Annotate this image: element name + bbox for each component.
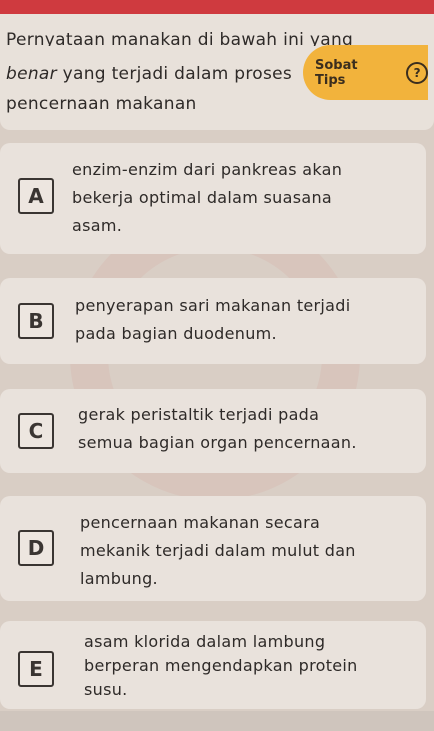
option-text: penyerapan sari makanan terjadi pada bag…: [75, 292, 350, 348]
option-letter: B: [18, 303, 54, 339]
option-c[interactable]: C gerak peristaltik terjadi pada semua b…: [0, 389, 426, 473]
question-circle-icon: ?: [406, 61, 428, 84]
question-line-2-rest: yang terjadi dalam proses: [56, 64, 293, 84]
option-text-line: susu.: [84, 680, 128, 699]
sobat-tips-label: Sobat Tips: [315, 57, 358, 88]
option-text-line: lambung.: [80, 569, 158, 588]
question-line-3: pencernaan makanan: [6, 94, 197, 114]
option-text-line: asam.: [72, 216, 123, 235]
option-text-line: berperan mengendapkan protein: [84, 656, 358, 675]
option-b[interactable]: B penyerapan sari makanan terjadi pada b…: [0, 278, 426, 364]
option-letter: E: [18, 651, 54, 687]
question-line-1: Pernyataan manakan di bawah ini yang: [6, 30, 354, 46]
option-text: gerak peristaltik terjadi pada semua bag…: [78, 401, 357, 457]
question-emphasis: benar: [6, 64, 57, 84]
option-text-line: mekanik terjadi dalam mulut dan: [80, 541, 356, 560]
option-a[interactable]: A enzim-enzim dari pankreas akan bekerja…: [0, 143, 426, 254]
option-letter: A: [18, 178, 54, 214]
option-text: pencernaan makanan secara mekanik terjad…: [80, 509, 356, 593]
option-text-line: asam klorida dalam lambung: [84, 632, 326, 651]
option-text-line: pencernaan makanan secara: [80, 513, 321, 532]
option-text-line: semua bagian organ pencernaan.: [78, 433, 357, 452]
question-line-2: benar yang terjadi dalam proses: [6, 64, 292, 84]
bottom-strip: [0, 711, 434, 731]
option-text-line: penyerapan sari makanan terjadi: [75, 296, 351, 315]
option-text-line: bekerja optimal dalam suasana: [72, 188, 332, 207]
sobat-tips-button[interactable]: Sobat Tips ?: [303, 45, 428, 100]
option-e[interactable]: E asam klorida dalam lambung berperan me…: [0, 621, 426, 709]
option-letter: C: [18, 413, 54, 449]
option-letter: D: [18, 530, 54, 566]
option-text: enzim-enzim dari pankreas akan bekerja o…: [72, 156, 342, 240]
option-text-line: gerak peristaltik terjadi pada: [78, 405, 320, 424]
option-text-line: enzim-enzim dari pankreas akan: [72, 160, 343, 179]
option-d[interactable]: D pencernaan makanan secara mekanik terj…: [0, 496, 426, 601]
option-text: asam klorida dalam lambung berperan meng…: [84, 630, 358, 702]
option-text-line: pada bagian duodenum.: [75, 324, 277, 343]
